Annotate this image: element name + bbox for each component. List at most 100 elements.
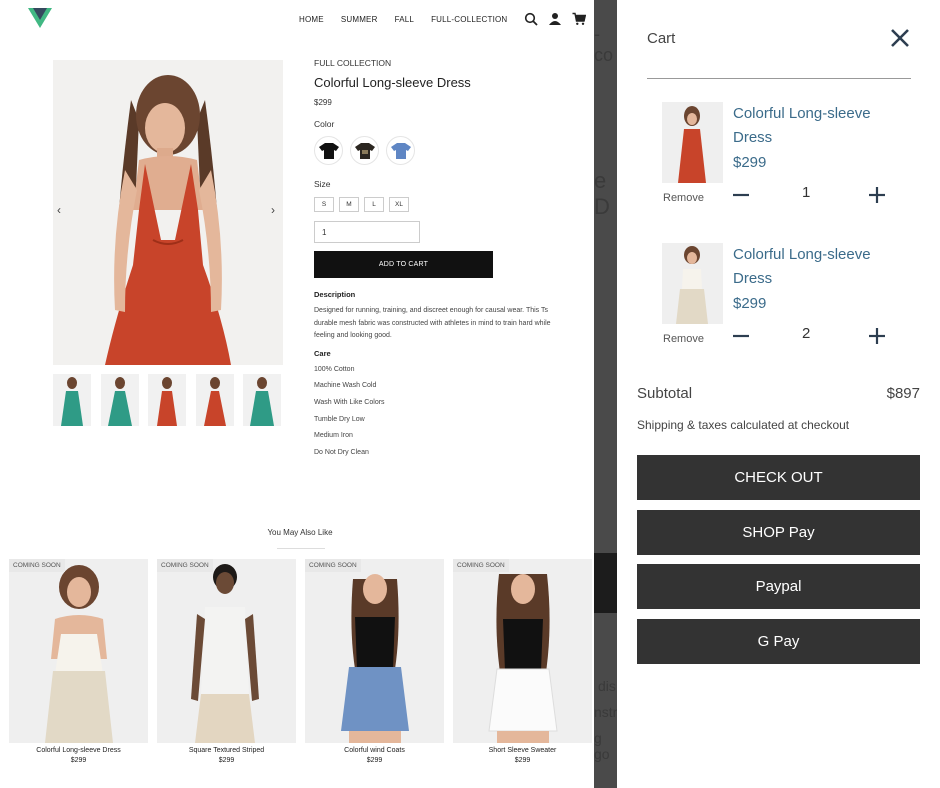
next-image-icon[interactable]: › [271, 203, 275, 217]
minus-icon[interactable] [732, 327, 750, 345]
nav-home[interactable]: HOME [299, 15, 324, 24]
product-card-name[interactable]: Colorful Long-sleeve Dress [9, 747, 148, 754]
background-button-fragment [594, 553, 617, 613]
nav-full-collection[interactable]: FULL-COLLECTION [431, 15, 507, 24]
product-info: FULL COLLECTION Colorful Long-sleeve Dre… [314, 58, 554, 462]
page-overlay[interactable]: -co e D dis nstr g go [594, 0, 617, 788]
shipping-note: Shipping & taxes calculated at checkout [637, 418, 850, 432]
background-text-fragment: dis [598, 678, 616, 694]
product-card-name[interactable]: Colorful wind Coats [305, 747, 444, 754]
subtotal-row: Subtotal $897 [637, 385, 920, 402]
product-card[interactable]: COMING SOON Colorful wind Coats $299 [305, 559, 444, 764]
care-item: Do Not Dry Clean [314, 448, 369, 456]
care-item: 100% Cotton [314, 365, 355, 373]
tshirt-black-icon [318, 142, 339, 159]
size-m[interactable]: M [339, 197, 359, 212]
main-nav: HOME SUMMER FALL FULL-COLLECTION [299, 10, 596, 28]
product-card-price: $299 [514, 757, 531, 764]
product-price: $299 [314, 98, 332, 107]
care-item: Wash With Like Colors [314, 398, 385, 406]
user-icon[interactable] [548, 12, 562, 26]
product-card-price: $299 [218, 757, 235, 764]
thumbnail-2[interactable] [100, 374, 139, 426]
product-main-image: ‹ › [53, 60, 283, 365]
cart-item-name[interactable]: Colorful Long-sleeve Dress [733, 243, 913, 291]
plus-icon[interactable] [868, 186, 886, 204]
product-card-name[interactable]: Short Sleeve Sweater [453, 747, 592, 754]
size-xl[interactable]: XL [389, 197, 409, 212]
description-text: Designed for running, training, and disc… [314, 307, 551, 339]
thumbnail-3[interactable] [148, 374, 186, 426]
background-text-fragment: e D [594, 168, 610, 219]
g-pay-button[interactable]: G Pay [637, 619, 920, 664]
care-item: Tumble Dry Low [314, 415, 365, 423]
coming-soon-badge: COMING SOON [453, 559, 509, 572]
cart-item: Colorful Long-sleeve Dress $299 Remove 1 [662, 102, 912, 212]
tshirt-blue-icon [390, 142, 411, 159]
care-list: 100% Cotton Machine Wash Cold Wash With … [314, 362, 554, 462]
recommend-list: COMING SOON Colorful Long-sleeve Dress $… [9, 559, 601, 764]
nav-fall[interactable]: FALL [395, 15, 414, 24]
plus-icon[interactable] [868, 327, 886, 345]
cart-item-name[interactable]: Colorful Long-sleeve Dress [733, 102, 913, 150]
size-label: Size [314, 179, 331, 189]
color-swatch-dark[interactable] [350, 136, 379, 165]
product-card-image[interactable]: COMING SOON [453, 559, 592, 743]
product-card[interactable]: COMING SOON Square Textured Striped $299 [157, 559, 296, 764]
color-swatches [314, 136, 554, 165]
product-card-image[interactable]: COMING SOON [9, 559, 148, 743]
product-card-image[interactable]: COMING SOON [157, 559, 296, 743]
checkout-button[interactable]: CHECK OUT [637, 455, 920, 500]
size-s[interactable]: S [314, 197, 334, 212]
nav-summer[interactable]: SUMMER [341, 15, 378, 24]
product-title: Colorful Long-sleeve Dress [314, 75, 471, 90]
color-swatch-black[interactable] [314, 136, 343, 165]
care-title: Care [314, 348, 331, 358]
cart-item-quantity: 1 [802, 184, 811, 201]
paypal-button[interactable]: Paypal [637, 564, 920, 609]
divider [647, 78, 911, 79]
product-card-name[interactable]: Square Textured Striped [157, 747, 296, 754]
quantity-input[interactable]: 1 [314, 221, 420, 243]
cart-item-price: $299 [733, 154, 767, 171]
care-item: Medium Iron [314, 432, 353, 440]
description-title: Description [314, 290, 356, 299]
cart-icon[interactable] [572, 12, 587, 26]
divider [277, 548, 325, 549]
thumbnail-strip [53, 374, 291, 426]
remove-button[interactable]: Remove [663, 192, 704, 204]
care-item: Machine Wash Cold [314, 382, 377, 390]
cart-item: Colorful Long-sleeve Dress $299 Remove 2 [662, 243, 912, 353]
close-icon[interactable] [888, 26, 912, 50]
background-text-fragment: g go [594, 730, 610, 762]
cart-title: Cart [647, 30, 676, 47]
subtotal-value: $897 [886, 385, 920, 402]
cart-item-price: $299 [733, 295, 767, 312]
prev-image-icon[interactable]: ‹ [57, 203, 61, 217]
thumbnail-4[interactable] [195, 374, 234, 426]
product-card-price: $299 [70, 757, 87, 764]
size-options: S M L XL [314, 197, 554, 212]
product-card-image[interactable]: COMING SOON [305, 559, 444, 743]
color-label: Color [314, 119, 335, 129]
remove-button[interactable]: Remove [663, 333, 704, 345]
logo-icon[interactable] [28, 8, 52, 28]
size-l[interactable]: L [364, 197, 384, 212]
shop-pay-button[interactable]: SHOP Pay [637, 510, 920, 555]
color-swatch-blue[interactable] [386, 136, 415, 165]
coming-soon-badge: COMING SOON [305, 559, 361, 572]
tshirt-dark-icon [354, 142, 375, 159]
product-card[interactable]: COMING SOON Short Sleeve Sweater $299 [453, 559, 592, 764]
subtotal-label: Subtotal [637, 385, 693, 402]
breadcrumb[interactable]: FULL COLLECTION [314, 58, 554, 68]
product-card[interactable]: COMING SOON Colorful Long-sleeve Dress $… [9, 559, 148, 764]
add-to-cart-button[interactable]: ADD TO CART [314, 251, 493, 278]
search-icon[interactable] [524, 12, 539, 26]
thumbnail-1[interactable] [53, 374, 91, 426]
cart-drawer: Cart Colorful Long-sleeve Dress $299 Rem… [617, 0, 940, 788]
thumbnail-5[interactable] [243, 374, 281, 426]
cart-item-image [662, 243, 723, 324]
cart-item-quantity: 2 [802, 325, 811, 342]
recommend-title: You May Also Like [267, 528, 333, 537]
minus-icon[interactable] [732, 186, 750, 204]
